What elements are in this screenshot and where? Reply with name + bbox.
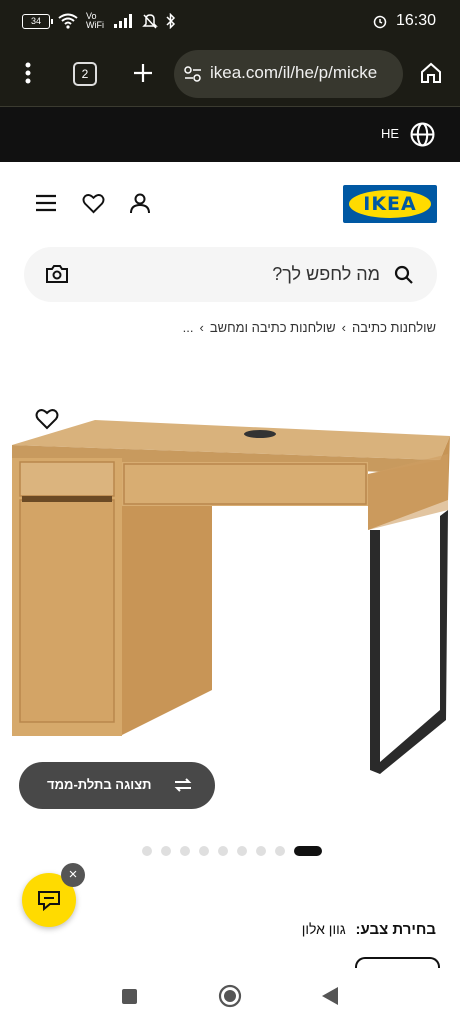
camera-search-icon[interactable] [45, 264, 69, 289]
tab-switcher-button[interactable]: 2 [73, 62, 97, 86]
home-nav-icon[interactable] [218, 984, 242, 1013]
search-input[interactable]: מה לחפש לך? [272, 264, 380, 285]
alarm-icon [373, 15, 387, 29]
chat-close-icon[interactable]: × [61, 863, 85, 887]
color-value: גוון אלון [301, 921, 346, 937]
carousel-dot[interactable] [142, 846, 152, 856]
logo-text: IKEA [363, 193, 417, 215]
carousel-dot[interactable] [275, 846, 285, 856]
image-carousel-dots [142, 846, 322, 856]
network-label: Vo WiFi [86, 11, 104, 30]
wishlist-heart-icon[interactable] [82, 193, 105, 219]
chevron-left-icon: › [341, 320, 346, 335]
breadcrumb-ellipsis[interactable]: ... [183, 320, 194, 335]
chat-bubble-icon [38, 891, 60, 911]
carousel-dot[interactable] [180, 846, 190, 856]
breadcrumb-item[interactable]: שולחנות כתיבה ומחשב [210, 320, 336, 335]
signal-icon [114, 14, 132, 28]
browser-toolbar: 2 ikea.com/il/he/p/micke [0, 46, 460, 107]
carousel-dot[interactable] [199, 846, 209, 856]
wifi-icon [58, 13, 78, 29]
status-time: 16:30 [395, 12, 436, 29]
carousel-dot[interactable] [256, 846, 266, 856]
status-left: 34 Vo WiFi [22, 12, 176, 30]
system-nav-bar [0, 968, 460, 1024]
carousel-dot[interactable] [161, 846, 171, 856]
account-icon[interactable] [129, 192, 151, 219]
address-bar[interactable]: ikea.com/il/he/p/micke [174, 50, 403, 98]
carousel-dot[interactable] [218, 846, 228, 856]
chevron-left-icon: › [199, 320, 204, 335]
home-icon[interactable] [420, 62, 442, 89]
bluetooth-icon [166, 13, 176, 29]
color-label: בחירת צבע: [355, 921, 436, 938]
breadcrumb: שולחנות כתיבה › שולחנות כתיבה ומחשב › ..… [183, 320, 436, 335]
new-tab-icon[interactable] [132, 62, 154, 89]
language-code[interactable]: HE [381, 126, 399, 141]
globe-icon[interactable] [410, 122, 435, 152]
view-3d-button[interactable]: תצוגה בתלת-ממד [19, 762, 215, 809]
status-bar: 34 Vo WiFi 16:30 [0, 0, 460, 46]
status-right: 16:30 [372, 12, 436, 30]
search-icon [394, 265, 413, 284]
ikea-logo[interactable]: IKEA [343, 185, 437, 223]
url-text[interactable]: ikea.com/il/he/p/micke [210, 63, 398, 83]
rotate-3d-icon [174, 778, 192, 792]
browser-menu-icon[interactable] [24, 62, 32, 89]
view-3d-label: תצוגה בתלת-ממד [47, 777, 152, 792]
site-settings-icon[interactable] [184, 66, 202, 82]
breadcrumb-item[interactable]: שולחנות כתיבה [352, 320, 436, 335]
color-selector: בחירת צבע: גוון אלון [302, 921, 436, 938]
product-heart-icon[interactable] [35, 409, 59, 430]
recent-apps-icon[interactable] [121, 988, 138, 1010]
battery-icon: 34 [22, 13, 53, 29]
carousel-dot-active[interactable] [294, 846, 322, 856]
mute-icon [142, 14, 158, 29]
search-bar[interactable]: מה לחפש לך? [24, 247, 437, 302]
language-bar: HE [0, 107, 460, 162]
back-nav-icon[interactable] [321, 986, 339, 1011]
hamburger-menu-icon[interactable] [35, 194, 57, 217]
product-image[interactable] [0, 390, 460, 790]
carousel-dot[interactable] [237, 846, 247, 856]
